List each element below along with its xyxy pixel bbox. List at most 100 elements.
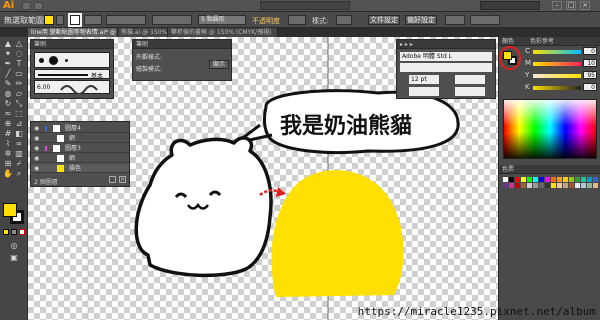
scale-tool-icon[interactable]: ⤡	[14, 99, 24, 108]
close-button[interactable]: ×	[580, 1, 590, 10]
symbol-sprayer-tool-icon[interactable]: ✲	[3, 149, 13, 158]
brushes-panel-title[interactable]: 筆刷	[31, 40, 113, 49]
layer-row[interactable]: ◉ 圖層3	[31, 144, 129, 153]
color-swatch[interactable]	[569, 177, 574, 182]
search-input[interactable]	[480, 1, 540, 10]
slice-tool-icon[interactable]: ⌿	[14, 159, 24, 168]
color-swatch[interactable]	[587, 177, 592, 182]
swatches-panel-title[interactable]: 色票	[499, 165, 600, 174]
visibility-eye-icon[interactable]: ◉	[34, 154, 39, 163]
tab-document-1[interactable]: line用 變動貼圖等物表情.ai* @ 66.67% (CMYK/預視)	[28, 28, 118, 37]
lasso-tool-icon[interactable]: ◌	[14, 49, 24, 58]
color-swatch[interactable]	[515, 177, 520, 182]
blend-tool-icon[interactable]: ∞	[14, 139, 24, 148]
align-dropdown[interactable]	[445, 15, 465, 25]
variable-width-field[interactable]	[152, 15, 192, 25]
pen-tool-icon[interactable]: ✒	[3, 59, 13, 68]
color-swatch[interactable]	[593, 177, 598, 182]
color-swatch[interactable]	[503, 177, 508, 182]
bridge-icon[interactable]	[22, 2, 31, 10]
eraser-tool-icon[interactable]: ▱	[14, 89, 24, 98]
artboard-canvas[interactable]: 我是奶油熊貓 筆刷 基本 6.00 筆刷 外觀樣式: 繪製模式: 顯示 ◉ 圖層…	[28, 37, 498, 320]
color-swatch[interactable]	[557, 177, 562, 182]
preferences-button[interactable]: 偏好設定	[405, 15, 437, 25]
fill-swatch[interactable]	[44, 15, 54, 25]
rotate-tool-icon[interactable]: ↻	[3, 99, 13, 108]
mesh-tool-icon[interactable]: #	[3, 129, 13, 138]
zoom-tool-icon[interactable]: ⌕	[14, 169, 24, 178]
visibility-eye-icon[interactable]: ◉	[34, 164, 39, 173]
gradient-tool-icon[interactable]: ◧	[14, 129, 24, 138]
color-swatch[interactable]	[575, 177, 580, 182]
layer-row[interactable]: ◉ 網	[31, 134, 129, 143]
channel-value-c[interactable]: 0	[583, 47, 597, 55]
round-brush-large-icon[interactable]	[49, 56, 58, 65]
color-swatch[interactable]	[521, 183, 526, 188]
font-size-field[interactable]: 12 pt	[409, 75, 439, 84]
color-swatch[interactable]	[545, 183, 550, 188]
workspace-switcher[interactable]	[260, 1, 350, 10]
color-swatch[interactable]	[533, 183, 538, 188]
delete-layer-icon[interactable]: ×	[119, 176, 126, 183]
stroke-swatch[interactable]	[68, 13, 82, 27]
swatch-grid[interactable]	[503, 177, 598, 217]
color-swatch[interactable]	[581, 177, 586, 182]
color-swatch[interactable]	[551, 183, 556, 188]
brush-tips-row[interactable]	[34, 52, 110, 68]
color-swatch[interactable]	[509, 177, 514, 182]
color-swatch[interactable]	[509, 183, 514, 188]
color-swatch[interactable]	[581, 183, 586, 188]
color-swatch[interactable]	[545, 177, 550, 182]
new-layer-icon[interactable]	[109, 176, 116, 183]
brush-definition-dropdown[interactable]: 5 點圓形	[198, 15, 246, 25]
stroke-weight-field[interactable]	[106, 15, 146, 25]
opacity-label[interactable]: 不透明度	[252, 16, 280, 26]
leading-field[interactable]	[455, 75, 485, 84]
color-swatch[interactable]	[503, 183, 508, 188]
artboard-tool-icon[interactable]: ⊞	[3, 159, 13, 168]
brush-options-title[interactable]: 筆刷	[133, 40, 231, 49]
channel-value-k[interactable]: 0	[583, 83, 597, 91]
free-transform-tool-icon[interactable]: ⬚	[14, 109, 24, 118]
tab-document-3[interactable]: 攀抓後的畫框 @ 150% (CMYK/預視)	[168, 28, 278, 37]
visibility-eye-icon[interactable]: ◉	[34, 134, 39, 143]
panel-fill-swatch[interactable]	[503, 51, 512, 60]
color-tab[interactable]: 顏色	[502, 38, 514, 45]
style-dropdown[interactable]	[336, 15, 352, 25]
type-tool-icon[interactable]: T	[14, 59, 24, 68]
color-panel-tabs[interactable]: 顏色 色彩參考	[499, 37, 600, 46]
fill-color-box[interactable]	[3, 203, 17, 217]
color-swatch[interactable]	[575, 183, 580, 188]
color-swatch[interactable]	[521, 177, 526, 182]
fill-dropdown[interactable]	[56, 15, 64, 25]
hand-tool-icon[interactable]: ✋	[3, 169, 13, 178]
color-swatch[interactable]	[563, 183, 568, 188]
width-tool-icon[interactable]: ≈	[3, 109, 13, 118]
color-swatch[interactable]	[587, 183, 592, 188]
transform-dropdown[interactable]	[470, 15, 500, 25]
screen-mode-icon[interactable]: ▣	[9, 253, 19, 262]
color-mode-button[interactable]	[3, 229, 9, 235]
color-swatch[interactable]	[551, 177, 556, 182]
tab-document-2[interactable]: 熊貓.ai @ 150% (CMYK/預...)	[118, 28, 168, 37]
layer-row[interactable]: ◉ 描色	[31, 164, 129, 173]
maximize-button[interactable]: □	[566, 1, 576, 10]
channel-value-m[interactable]: 10	[583, 59, 597, 67]
font-style-field[interactable]	[400, 63, 492, 72]
layer-row[interactable]: ◉ 網	[31, 154, 129, 163]
color-swatch[interactable]	[539, 183, 544, 188]
none-mode-button[interactable]	[19, 229, 25, 235]
round-brush-small-icon[interactable]	[65, 59, 68, 62]
font-family-field[interactable]: Adobe 明體 Std L	[400, 52, 492, 61]
brush-size-row[interactable]: 6.00	[34, 80, 110, 94]
gradient-mode-button[interactable]	[11, 229, 17, 235]
document-setup-button[interactable]: 文件設定	[368, 15, 400, 25]
color-swatch[interactable]	[527, 183, 532, 188]
show-button[interactable]: 顯示	[209, 60, 229, 69]
rectangle-tool-icon[interactable]: ▭	[14, 69, 24, 78]
round-brush-tip-icon[interactable]	[39, 58, 44, 63]
color-swatch[interactable]	[527, 177, 532, 182]
magic-wand-tool-icon[interactable]: ✦	[3, 49, 13, 58]
direct-selection-tool-icon[interactable]: △	[14, 39, 24, 48]
color-swatch[interactable]	[539, 177, 544, 182]
